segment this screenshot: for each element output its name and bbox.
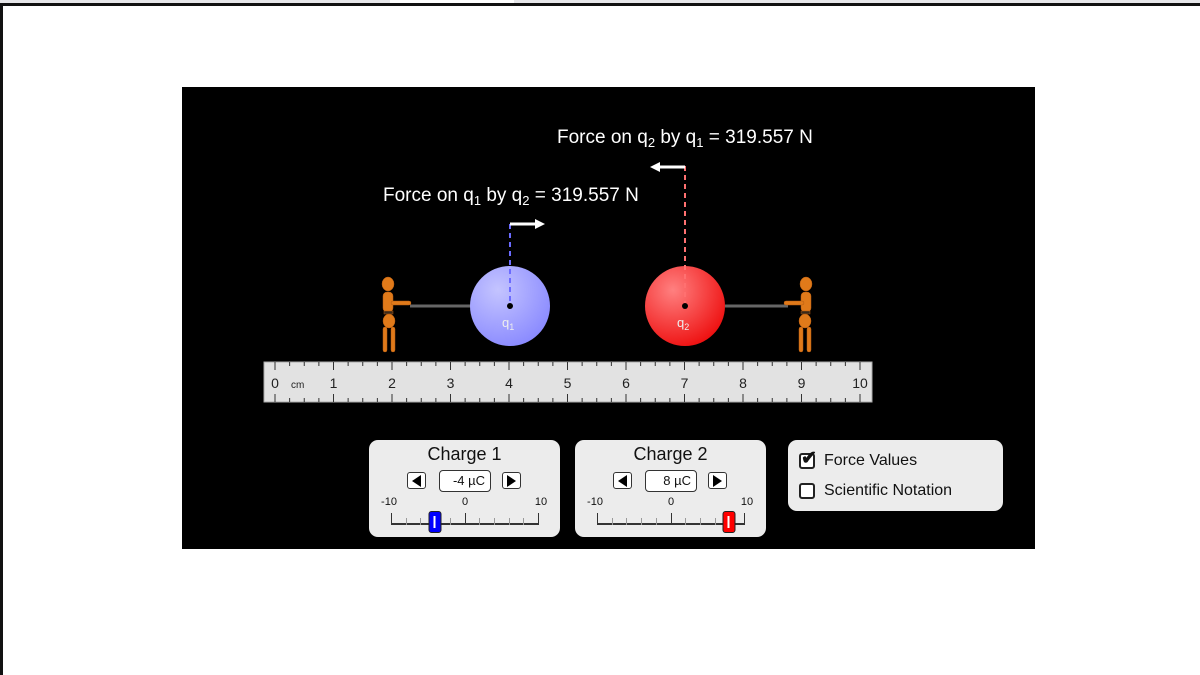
charge-1-title: Charge 1 <box>427 444 502 464</box>
scientific-notation-checkbox[interactable]: ✔ Scientific Notation <box>799 482 952 500</box>
slider-tick <box>493 518 495 525</box>
charge-2-slider-thumb[interactable] <box>722 511 736 533</box>
frame-border-top <box>0 3 1200 6</box>
ruler-label: 6 <box>622 375 630 391</box>
ruler-label: 1 <box>330 375 338 391</box>
checkmark-icon: ✔ <box>801 448 817 469</box>
slider-tick <box>597 513 598 525</box>
charge-1-value-display: -4 µC <box>439 470 491 492</box>
charge-1-mid-label: 0 <box>461 496 469 508</box>
checkbox-box[interactable]: ✔ <box>799 483 815 499</box>
slider-tick <box>523 518 525 525</box>
slider-tick <box>670 513 672 525</box>
frame-border-left <box>0 3 3 675</box>
ruler-label: 5 <box>564 375 572 391</box>
charge-1-min-label: -10 <box>381 496 397 508</box>
charge-2-decrement-button[interactable] <box>613 472 632 489</box>
charge-1-decrement-button[interactable] <box>407 472 426 489</box>
force-values-label: Force Values <box>824 452 918 469</box>
puller-figure-right <box>783 276 813 353</box>
ruler-label: 7 <box>681 375 689 391</box>
coulombs-law-simulation: q1 q2 0 cm 1 2 3 4 5 6 7 8 9 10 Force on q2 by q1 =… <box>182 87 1035 549</box>
charge-2-mid-label: 0 <box>667 496 675 508</box>
slider-tick <box>714 518 716 525</box>
charge-1-panel: Charge 1 -4 µC -10 0 10 <box>369 440 560 537</box>
checkbox-box[interactable]: ✔ <box>799 449 817 469</box>
charge-2-title: Charge 2 <box>633 444 708 464</box>
ruler-label: 10 <box>852 375 868 391</box>
slider-tick <box>655 518 657 525</box>
options-panel: ✔ Force Values ✔ Scientific Notation <box>788 440 1003 511</box>
charge-2-max-label: 10 <box>740 496 754 508</box>
slider-tick <box>479 518 481 525</box>
charge-q1-center-dot <box>507 303 513 309</box>
puller-figure-left <box>381 276 412 353</box>
left-triangle-icon <box>618 474 627 487</box>
slider-tick <box>391 513 392 525</box>
force-values-checkbox[interactable]: ✔ Force Values <box>799 449 918 470</box>
slider-tick <box>538 513 539 525</box>
force-arrow-q1 <box>510 219 545 229</box>
slider-tick <box>744 513 745 525</box>
ruler-label: 8 <box>739 375 747 391</box>
ruler-label: 4 <box>505 375 513 391</box>
charge-2-value-display: 8 µC <box>645 470 697 492</box>
scientific-notation-label: Scientific Notation <box>824 482 953 499</box>
slider-tick <box>464 513 466 525</box>
charge-2-panel: Charge 2 8 µC -10 0 10 <box>575 440 766 537</box>
right-triangle-icon <box>507 474 516 487</box>
right-triangle-icon <box>713 474 722 487</box>
charge-2-min-label: -10 <box>587 496 603 508</box>
slider-tick <box>508 518 510 525</box>
slider-tick <box>641 518 643 525</box>
slider-tick <box>626 518 628 525</box>
slider-tick <box>405 518 407 525</box>
ruler[interactable]: 0 cm 1 2 3 4 5 6 7 8 9 10 <box>263 361 873 403</box>
slider-tick <box>611 518 613 525</box>
ruler-label: 9 <box>798 375 806 391</box>
force-on-q2-label: Force on q2 by q1 = 319.557 N <box>557 127 813 150</box>
slider-tick <box>449 518 451 525</box>
charge-1-slider-thumb[interactable] <box>428 511 442 533</box>
left-triangle-icon <box>412 474 421 487</box>
charge-1-slider-track[interactable] <box>391 513 539 525</box>
slider-tick <box>420 518 422 525</box>
ruler-label: 3 <box>447 375 455 391</box>
charge-q2-center-dot <box>682 303 688 309</box>
slider-tick <box>699 518 701 525</box>
charge-1-max-label: 10 <box>534 496 548 508</box>
force-arrow-q2 <box>650 162 685 172</box>
ruler-unit-label: cm <box>291 380 304 391</box>
charge-1-increment-button[interactable] <box>502 472 521 489</box>
force-on-q1-label: Force on q1 by q2 = 319.557 N <box>383 185 639 208</box>
ruler-label: 0 <box>271 375 279 391</box>
slider-tick <box>685 518 687 525</box>
ruler-label: 2 <box>388 375 396 391</box>
charge-2-increment-button[interactable] <box>708 472 727 489</box>
